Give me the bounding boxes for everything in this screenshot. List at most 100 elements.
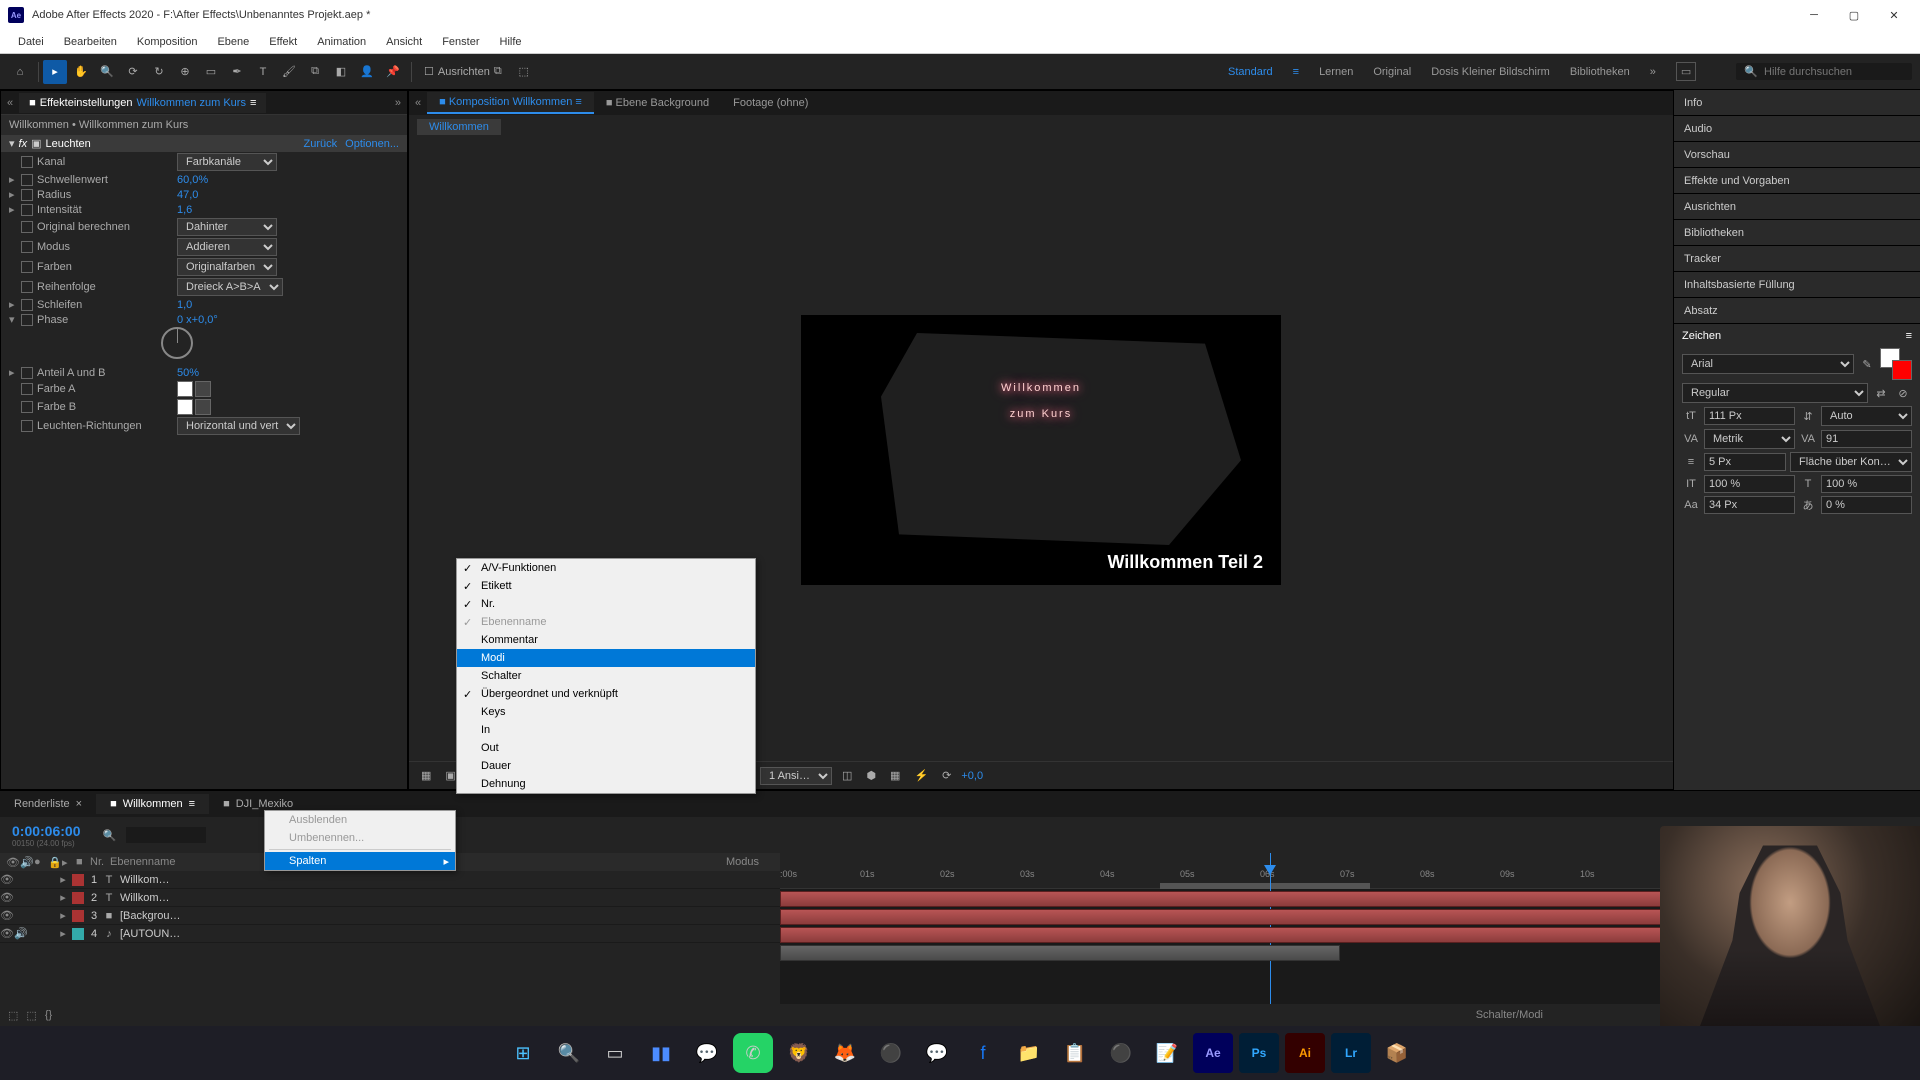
taskbar-ai[interactable]: Ai: [1285, 1033, 1325, 1073]
layer-row[interactable]: 👁 ▸ 3 ■ [Backgrou…: [0, 907, 780, 925]
panel-vorschau[interactable]: Vorschau: [1674, 142, 1920, 168]
menu-ansicht[interactable]: Ansicht: [376, 34, 432, 50]
flow-tab[interactable]: Willkommen: [417, 119, 501, 135]
workspace-klein[interactable]: Dosis Kleiner Bildschirm: [1431, 66, 1550, 78]
prop-anteil[interactable]: 50%: [177, 367, 199, 379]
ctx-sub-item[interactable]: Out: [457, 739, 755, 757]
panel-info[interactable]: Info: [1674, 90, 1920, 116]
ctx-sub-item[interactable]: Dehnung: [457, 775, 755, 793]
timeline-tab-render[interactable]: Renderliste×: [0, 794, 96, 814]
snapping-toggle[interactable]: ☐Ausrichten⧉: [424, 65, 502, 78]
prop-kanal[interactable]: Farbkanäle: [177, 153, 277, 171]
panel-ausrichten[interactable]: Ausrichten: [1674, 194, 1920, 220]
swap-colors-icon[interactable]: ⇄: [1872, 384, 1890, 402]
taskbar-whatsapp[interactable]: ✆: [733, 1033, 773, 1073]
orbit-tool[interactable]: ⟳: [121, 60, 145, 84]
workspace-lernen[interactable]: Lernen: [1319, 66, 1353, 78]
leading[interactable]: Auto: [1821, 406, 1912, 426]
taskbar-facebook[interactable]: f: [963, 1033, 1003, 1073]
ctx-ausblenden[interactable]: Ausblenden: [265, 811, 455, 829]
clone-tool[interactable]: ⧉: [303, 60, 327, 84]
prop-schleifen[interactable]: 1,0: [177, 299, 192, 311]
font-family[interactable]: Arial: [1682, 354, 1854, 374]
current-time[interactable]: 0:00:06:00: [0, 823, 93, 839]
text-tool[interactable]: T: [251, 60, 275, 84]
timeline-search[interactable]: [126, 827, 206, 843]
effect-reset[interactable]: Zurück: [304, 138, 338, 150]
effect-tab[interactable]: ■ Effekteinstellungen Willkommen zum Kur…: [19, 93, 266, 113]
font-style[interactable]: Regular: [1682, 383, 1868, 403]
workspace-original[interactable]: Original: [1373, 66, 1411, 78]
menu-komposition[interactable]: Komposition: [127, 34, 208, 50]
ctx-sub-item[interactable]: ✓Etikett: [457, 577, 755, 595]
taskbar-app2[interactable]: 📋: [1055, 1033, 1095, 1073]
taskbar-firefox[interactable]: 🦊: [825, 1033, 865, 1073]
ctx-sub-item[interactable]: Dauer: [457, 757, 755, 775]
taskbar-tasks[interactable]: ▭: [595, 1033, 635, 1073]
ctx-sub-item[interactable]: ✓Ebenenname: [457, 613, 755, 631]
menu-hilfe[interactable]: Hilfe: [490, 34, 532, 50]
prop-modus[interactable]: Addieren: [177, 238, 277, 256]
eraser-tool[interactable]: ◧: [329, 60, 353, 84]
eyedropper-icon[interactable]: ✎: [1858, 355, 1876, 373]
home-tool[interactable]: ⌂: [8, 60, 32, 84]
prop-original[interactable]: Dahinter: [177, 218, 277, 236]
viewer-3d-icon[interactable]: ⬢: [862, 767, 880, 784]
viewer-pixel-icon[interactable]: ▦: [886, 767, 904, 784]
footer-label[interactable]: Schalter/Modi: [1476, 1009, 1543, 1021]
taskbar-app1[interactable]: ⚫: [871, 1033, 911, 1073]
viewer-expo-icon[interactable]: ⟳: [938, 767, 955, 784]
stroke-mode[interactable]: Fläche über Kon…: [1790, 452, 1912, 472]
menu-datei[interactable]: Datei: [8, 34, 54, 50]
help-search[interactable]: 🔍: [1736, 63, 1912, 80]
panel-effekte[interactable]: Effekte und Vorgaben: [1674, 168, 1920, 194]
taskbar-app3[interactable]: 📦: [1377, 1033, 1417, 1073]
stroke-width[interactable]: [1704, 453, 1786, 471]
maximize-button[interactable]: ▢: [1844, 9, 1864, 22]
char-menu-icon[interactable]: ≡: [1906, 330, 1912, 342]
effect-header[interactable]: ▾fx▣ Leuchten Zurück Optionen...: [1, 135, 407, 152]
panel-absatz[interactable]: Absatz: [1674, 298, 1920, 324]
taskbar-messenger[interactable]: 💬: [917, 1033, 957, 1073]
start-button[interactable]: ⊞: [503, 1033, 543, 1073]
menu-ebene[interactable]: Ebene: [207, 34, 259, 50]
ctx-sub-item[interactable]: ✓Nr.: [457, 595, 755, 613]
layer-row[interactable]: 👁 ▸ 2 T Willkom…: [0, 889, 780, 907]
comp-tab-ebene[interactable]: ■ Ebene Background: [594, 93, 721, 113]
prop-farben[interactable]: Originalfarben: [177, 258, 277, 276]
shape-tool[interactable]: ▭: [199, 60, 223, 84]
layer-row[interactable]: 👁🔊 ▸ 4 ♪ [AUTOUN…: [0, 925, 780, 943]
anchor-tool[interactable]: ⊕: [173, 60, 197, 84]
close-button[interactable]: ✕: [1884, 9, 1904, 22]
taskbar-search[interactable]: 🔍: [549, 1033, 589, 1073]
tsume[interactable]: [1821, 496, 1912, 514]
workspace-more[interactable]: »: [1650, 66, 1656, 78]
baseline[interactable]: [1704, 496, 1795, 514]
color-b-eyedropper[interactable]: [195, 399, 211, 415]
ctx-sub-item[interactable]: In: [457, 721, 755, 739]
zoom-tool[interactable]: 🔍: [95, 60, 119, 84]
toggle-modes-icon[interactable]: ⬚: [26, 1009, 36, 1022]
prop-phase[interactable]: 0 x+0,0°: [177, 314, 218, 326]
taskbar-widgets[interactable]: ▮▮: [641, 1033, 681, 1073]
color-a-swatch[interactable]: [177, 381, 193, 397]
taskbar-brave[interactable]: 🦁: [779, 1033, 819, 1073]
comp-tab-komposition[interactable]: ■ Komposition Willkommen ≡: [427, 92, 594, 114]
taskbar-ae[interactable]: Ae: [1193, 1033, 1233, 1073]
workspace-bibliotheken[interactable]: Bibliotheken: [1570, 66, 1630, 78]
prop-intensitat[interactable]: 1,6: [177, 204, 192, 216]
comp-tab-footage[interactable]: Footage (ohne): [721, 93, 820, 113]
prop-schwellenwert[interactable]: 60,0%: [177, 174, 208, 186]
no-color-icon[interactable]: ⊘: [1894, 384, 1912, 402]
hscale[interactable]: [1821, 475, 1912, 493]
prop-radius[interactable]: 47,0: [177, 189, 198, 201]
ctx-umbenennen[interactable]: Umbenennen...: [265, 829, 455, 847]
exposure-value[interactable]: +0,0: [961, 770, 983, 782]
font-size[interactable]: [1704, 407, 1795, 425]
color-a-eyedropper[interactable]: [195, 381, 211, 397]
ctx-sub-item[interactable]: Schalter: [457, 667, 755, 685]
help-search-input[interactable]: [1764, 66, 1904, 78]
ctx-spalten[interactable]: Spalten▸: [265, 852, 455, 870]
vscale[interactable]: [1704, 475, 1795, 493]
timeline-search-icon[interactable]: 🔍: [103, 829, 117, 842]
